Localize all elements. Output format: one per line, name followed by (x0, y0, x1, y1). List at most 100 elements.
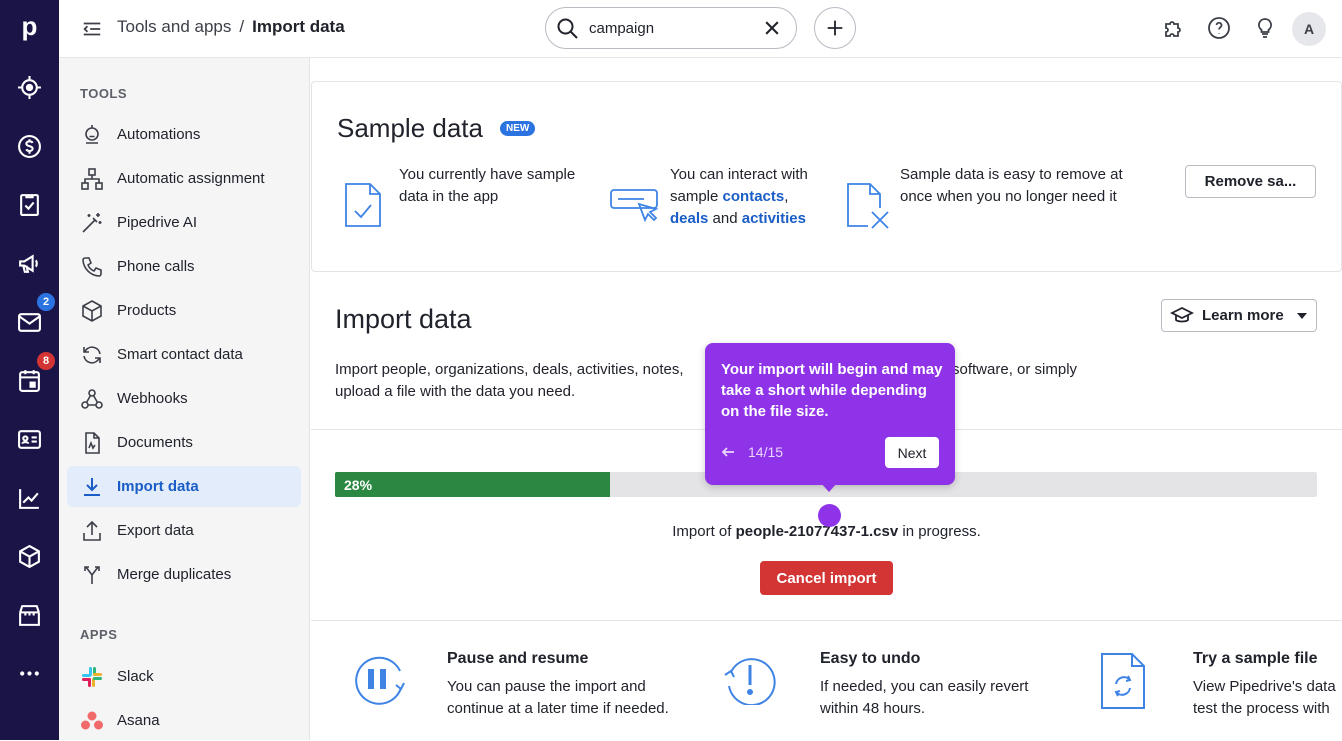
refresh-icon (80, 343, 104, 367)
pause-resume-text: You can pause the import and continue at… (447, 676, 669, 720)
sidebar-item-label: Asana (117, 712, 160, 729)
merge-icon (80, 563, 104, 587)
document-icon (80, 431, 104, 455)
lightbulb-icon[interactable] (1253, 16, 1277, 40)
sidebar-item-pipedrive-ai[interactable]: Pipedrive AI (67, 202, 301, 243)
avatar[interactable]: A (1292, 12, 1326, 46)
activities-link[interactable]: activities (742, 210, 806, 227)
target-icon[interactable] (17, 75, 42, 100)
divider (311, 620, 1342, 621)
import-file-name: people-21077437-1.csv (736, 523, 899, 540)
contacts-link[interactable]: contacts (723, 188, 785, 205)
learn-more-button[interactable]: Learn more (1161, 299, 1317, 332)
sidebar-item-import-data[interactable]: Import data (67, 466, 301, 507)
sidebar-item-label: Slack (117, 668, 154, 685)
clear-search-icon[interactable] (762, 18, 782, 38)
sample-file-icon (1100, 652, 1148, 710)
feature-text-line: deals and activities (670, 208, 808, 230)
sidebar-item-export-data[interactable]: Export data (67, 510, 301, 551)
sidebar-item-label: Automations (117, 126, 200, 143)
more-icon[interactable] (17, 661, 42, 686)
sidebar-item-webhooks[interactable]: Webhooks (67, 378, 301, 419)
clipboard-check-icon[interactable] (17, 192, 42, 217)
search-box[interactable] (545, 7, 797, 49)
info-text-line: within 48 hours. (820, 698, 1028, 720)
cancel-import-button[interactable]: Cancel import (760, 561, 893, 595)
mail-icon[interactable] (17, 310, 42, 335)
chart-icon[interactable] (17, 486, 42, 511)
tour-beacon[interactable] (818, 504, 841, 527)
feature-text: sample (670, 188, 723, 205)
puzzle-icon[interactable] (1162, 16, 1186, 40)
search-icon (555, 16, 579, 40)
description-text: Import people, organizations, deals, act… (335, 361, 684, 378)
sidebar-item-asana[interactable]: Asana (67, 700, 301, 741)
calendar-count-badge: 8 (37, 352, 55, 370)
store-icon[interactable] (17, 603, 42, 628)
info-text-line: test the process with (1193, 698, 1336, 720)
top-bar: Tools and apps / Import data A (59, 0, 1342, 58)
remove-sample-data-button[interactable]: Remove sa... (1185, 165, 1316, 198)
undo-title: Easy to undo (820, 650, 920, 668)
slack-icon (80, 665, 104, 689)
sidebar-item-automations[interactable]: Automations (67, 114, 301, 155)
box-icon[interactable] (17, 544, 42, 569)
sidebar-item-automatic-assignment[interactable]: Automatic assignment (67, 158, 301, 199)
sidebar-item-label: Export data (117, 522, 194, 539)
onboarding-tooltip: Your import will begin and may take a sh… (705, 343, 955, 485)
feature-text-line: You currently have sample (399, 164, 575, 186)
sidebar-item-slack[interactable]: Slack (67, 656, 301, 697)
info-text-line: View Pipedrive's data (1193, 676, 1336, 698)
sample-feature-interact: You can interact with sample contacts, d… (670, 164, 808, 230)
pause-resume-title: Pause and resume (447, 650, 588, 668)
feature-text: , (784, 188, 788, 205)
box-icon (80, 299, 104, 323)
contact-card-icon[interactable] (17, 427, 42, 452)
app-rail: p 2 8 (0, 0, 59, 740)
sample-data-card: Sample data NEW You currently have sampl… (311, 81, 1342, 272)
document-remove-icon (846, 182, 892, 230)
breadcrumb: Tools and apps / Import data (117, 17, 345, 37)
sidebar-item-products[interactable]: Products (67, 290, 301, 331)
plus-icon (824, 17, 846, 39)
download-icon (80, 475, 104, 499)
arrow-left-icon[interactable] (720, 444, 736, 460)
dollar-icon[interactable] (17, 134, 42, 159)
sidebar-item-merge-duplicates[interactable]: Merge duplicates (67, 554, 301, 595)
description-text: software, or simply (952, 359, 1077, 381)
progress-fill: 28% (335, 472, 610, 497)
sidebar-item-label: Pipedrive AI (117, 214, 197, 231)
feature-text-line: once when you no longer need it (900, 186, 1123, 208)
new-badge: NEW (500, 121, 535, 136)
sample-feature-present: You currently have sample data in the ap… (399, 164, 575, 208)
collapse-menu-icon[interactable] (81, 18, 103, 40)
megaphone-icon[interactable] (17, 251, 42, 276)
undo-warning-icon (721, 655, 777, 705)
quick-add-button[interactable] (814, 7, 856, 49)
calendar-icon[interactable] (17, 368, 42, 393)
breadcrumb-parent[interactable]: Tools and apps (117, 17, 231, 37)
sidebar-item-label: Phone calls (117, 258, 195, 275)
sample-feature-remove: Sample data is easy to remove at once wh… (900, 164, 1123, 208)
asana-icon (80, 709, 104, 733)
help-icon[interactable] (1207, 16, 1231, 40)
tooltip-next-button[interactable]: Next (885, 437, 939, 468)
graduation-cap-icon (1170, 304, 1194, 328)
feature-text-line: data in the app (399, 186, 575, 208)
sidebar-item-phone-calls[interactable]: Phone calls (67, 246, 301, 287)
search-input[interactable] (589, 20, 749, 37)
document-check-icon (344, 182, 382, 228)
sidebar-item-label: Automatic assignment (117, 170, 265, 187)
deals-link[interactable]: deals (670, 210, 708, 227)
tooltip-step-count: 14/15 (748, 444, 783, 460)
sidebar-item-documents[interactable]: Documents (67, 422, 301, 463)
sidebar-item-smart-contact-data[interactable]: Smart contact data (67, 334, 301, 375)
feature-text: and (708, 210, 741, 227)
pause-resume-icon (352, 655, 408, 705)
pipedrive-logo[interactable]: p (14, 11, 45, 42)
breadcrumb-current: Import data (252, 17, 345, 37)
undo-text: If needed, you can easily revert within … (820, 676, 1028, 720)
sidebar-item-label: Webhooks (117, 390, 188, 407)
tools-sidebar: TOOLS Automations Automatic assignment P… (59, 58, 310, 740)
feature-text-line: Sample data is easy to remove at (900, 164, 1123, 186)
